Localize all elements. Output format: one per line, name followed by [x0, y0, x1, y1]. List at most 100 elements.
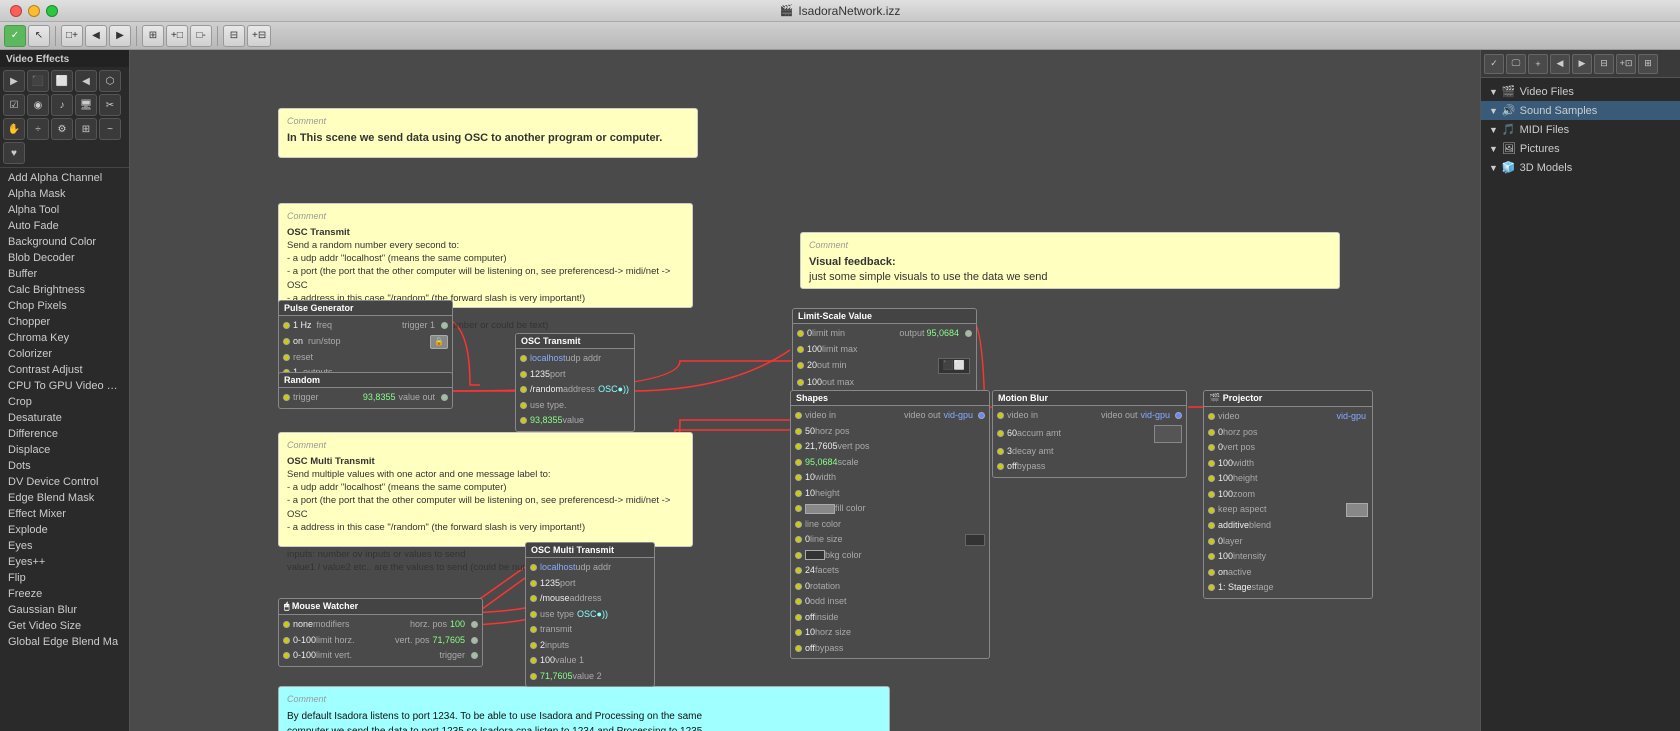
- sidebar-item-cpu-gpu[interactable]: CPU To GPU Video Cor: [0, 378, 129, 394]
- toolbar-sep-1: [55, 26, 56, 46]
- osc-indicator: OSC●)): [598, 383, 629, 397]
- grid-button[interactable]: ⊞: [142, 25, 164, 47]
- insert-scene-button[interactable]: +□: [166, 25, 188, 47]
- nav-right-button[interactable]: ▶: [109, 25, 131, 47]
- expand-button[interactable]: +⊟: [247, 25, 271, 47]
- port-val-m-port: 1235: [540, 577, 560, 591]
- sidebar-item-displace[interactable]: Displace: [0, 442, 129, 458]
- maximize-button[interactable]: [46, 5, 58, 17]
- port-omin: 20 out min ⬛⬜: [793, 357, 976, 375]
- right-btn-prev[interactable]: ◀: [1550, 54, 1570, 74]
- comment-port-info: Comment By default Isadora listens to po…: [278, 686, 890, 731]
- sidebar-item-buffer[interactable]: Buffer: [0, 266, 129, 282]
- sidebar-icon-play[interactable]: ▶: [3, 70, 25, 92]
- port-dot-fill: [795, 505, 802, 512]
- right-btn-next[interactable]: ▶: [1572, 54, 1592, 74]
- sidebar-item-freeze[interactable]: Freeze: [0, 586, 129, 602]
- sidebar-item-eyespp[interactable]: Eyes++: [0, 554, 129, 570]
- sidebar-item-chopper[interactable]: Chopper: [0, 314, 129, 330]
- tree-item-video-files[interactable]: ▼ 🎬 Video Files: [1481, 82, 1680, 101]
- port-name-mw-modifiers: modifiers: [313, 618, 350, 632]
- sidebar-icon-sound[interactable]: ♪: [51, 94, 73, 116]
- right-panel: ✓ 🖵 + ◀ ▶ ⊟ +⊡ ⊞ ▼ 🎬 Video Files ▼ 🔊 Sou…: [1480, 50, 1680, 731]
- sidebar-icon-heart[interactable]: ♥: [3, 142, 25, 164]
- sidebar-item-auto-fade[interactable]: Auto Fade: [0, 218, 129, 234]
- sidebar-item-chroma-key[interactable]: Chroma Key: [0, 330, 129, 346]
- cursor-button[interactable]: ↖: [28, 25, 50, 47]
- sidebar-item-global-edge[interactable]: Global Edge Blend Ma: [0, 634, 129, 650]
- sidebar-item-blob-decoder[interactable]: Blob Decoder: [0, 250, 129, 266]
- toolbar-sep-2: [136, 26, 137, 46]
- sidebar-icon-hex[interactable]: ⬡: [99, 70, 121, 92]
- tree-item-pictures[interactable]: ▼ 🖼 Pictures: [1481, 139, 1680, 158]
- port-val-m-udp: localhost: [540, 561, 576, 575]
- collapse-button[interactable]: ⊟: [223, 25, 245, 47]
- check-button[interactable]: ✓: [4, 25, 26, 47]
- close-button[interactable]: [10, 5, 22, 17]
- right-btn-monitor[interactable]: 🖵: [1506, 54, 1526, 74]
- sidebar-item-colorizer[interactable]: Colorizer: [0, 346, 129, 362]
- right-btn-grid[interactable]: ⊞: [1638, 54, 1658, 74]
- sidebar-item-flip[interactable]: Flip: [0, 570, 129, 586]
- tree-item-sound-samples[interactable]: ▼ 🔊 Sound Samples: [1481, 101, 1680, 120]
- port-dot-omin: [797, 362, 804, 369]
- right-btn-add[interactable]: +: [1528, 54, 1548, 74]
- right-btn-collapse[interactable]: ⊟: [1594, 54, 1614, 74]
- sidebar-item-effect-mixer[interactable]: Effect Mixer: [0, 506, 129, 522]
- port-proj-vid: video vid-gpu: [1204, 409, 1372, 425]
- port-name-m-port: port: [560, 577, 576, 591]
- tree-item-midi-files[interactable]: ▼ 🎵 MIDI Files: [1481, 120, 1680, 139]
- sidebar-item-add-alpha[interactable]: Add Alpha Channel: [0, 170, 129, 186]
- comment-intro: Comment In This scene we send data using…: [278, 108, 698, 158]
- sidebar-item-background-color[interactable]: Background Color: [0, 234, 129, 250]
- sidebar-icon-grid[interactable]: ⊞: [75, 118, 97, 140]
- sidebar-item-alpha-mask[interactable]: Alpha Mask: [0, 186, 129, 202]
- sidebar-icon-monitor[interactable]: 🖥: [75, 94, 97, 116]
- sidebar-item-desaturate[interactable]: Desaturate: [0, 410, 129, 426]
- port-lmax: 100 limit max: [793, 342, 976, 358]
- sidebar-item-crop[interactable]: Crop: [0, 394, 129, 410]
- sidebar-icon-tool[interactable]: ✂: [99, 94, 121, 116]
- sidebar-item-dots[interactable]: Dots: [0, 458, 129, 474]
- sidebar-item-gaussian-blur[interactable]: Gaussian Blur: [0, 602, 129, 618]
- right-btn-expand[interactable]: +⊡: [1616, 54, 1636, 74]
- sidebar-icon-hand[interactable]: ✋: [3, 118, 25, 140]
- right-btn-check[interactable]: ✓: [1484, 54, 1504, 74]
- port-proj-stage: 1: Stage stage: [1204, 580, 1372, 596]
- sidebar-item-alpha-tool[interactable]: Alpha Tool: [0, 202, 129, 218]
- sidebar-icon-wave[interactable]: ~: [99, 118, 121, 140]
- minimize-button[interactable]: [28, 5, 40, 17]
- sidebar-item-chop-pixels[interactable]: Chop Pixels: [0, 298, 129, 314]
- sidebar-item-eyes[interactable]: Eyes: [0, 538, 129, 554]
- port-dot-proj-active: [1208, 569, 1215, 576]
- remove-scene-button[interactable]: □-: [190, 25, 212, 47]
- comment-text-5: By default Isadora listens to port 1234.…: [287, 709, 881, 731]
- port-val-facets: 24: [805, 564, 815, 578]
- port-value-addr: /random: [530, 383, 563, 397]
- port-icon-runstop: 🔒: [430, 335, 448, 349]
- sidebar-item-edge-blend[interactable]: Edge Blend Mask: [0, 490, 129, 506]
- comment-visual-feedback: Comment Visual feedback: just some simpl…: [800, 232, 1340, 289]
- port-val-proj-zoom: 100: [1218, 488, 1233, 502]
- sidebar-icon-back[interactable]: ◀: [75, 70, 97, 92]
- canvas-area[interactable]: Comment In This scene we send data using…: [130, 50, 1480, 731]
- sidebar-icon-box[interactable]: ⬜: [51, 70, 73, 92]
- sidebar-item-contrast-adjust[interactable]: Contrast Adjust: [0, 362, 129, 378]
- window-controls[interactable]: [10, 5, 58, 17]
- port-mb-vid-in: video in video out vid-gpu: [993, 408, 1186, 424]
- sidebar-icon-dot[interactable]: ◉: [27, 94, 49, 116]
- nav-left-button[interactable]: ◀: [85, 25, 107, 47]
- sidebar-icon-div[interactable]: ÷: [27, 118, 49, 140]
- port-dot-m-val1: [530, 657, 537, 664]
- sidebar-icon-gear[interactable]: ⚙: [51, 118, 73, 140]
- tree-item-3d-models[interactable]: ▼ 🧊 3D Models: [1481, 158, 1680, 177]
- sidebar-item-calc-brightness[interactable]: Calc Brightness: [0, 282, 129, 298]
- sidebar-icon-stop[interactable]: ⬛: [27, 70, 49, 92]
- sidebar-item-dv-device-control[interactable]: DV Device Control: [0, 474, 129, 490]
- sidebar-icon-check[interactable]: ☑: [3, 94, 25, 116]
- port-dot-value-out: [441, 394, 448, 401]
- sidebar-item-explode[interactable]: Explode: [0, 522, 129, 538]
- add-scene-button[interactable]: □+: [61, 25, 83, 47]
- sidebar-item-difference[interactable]: Difference: [0, 426, 129, 442]
- sidebar-item-get-video-size[interactable]: Get Video Size: [0, 618, 129, 634]
